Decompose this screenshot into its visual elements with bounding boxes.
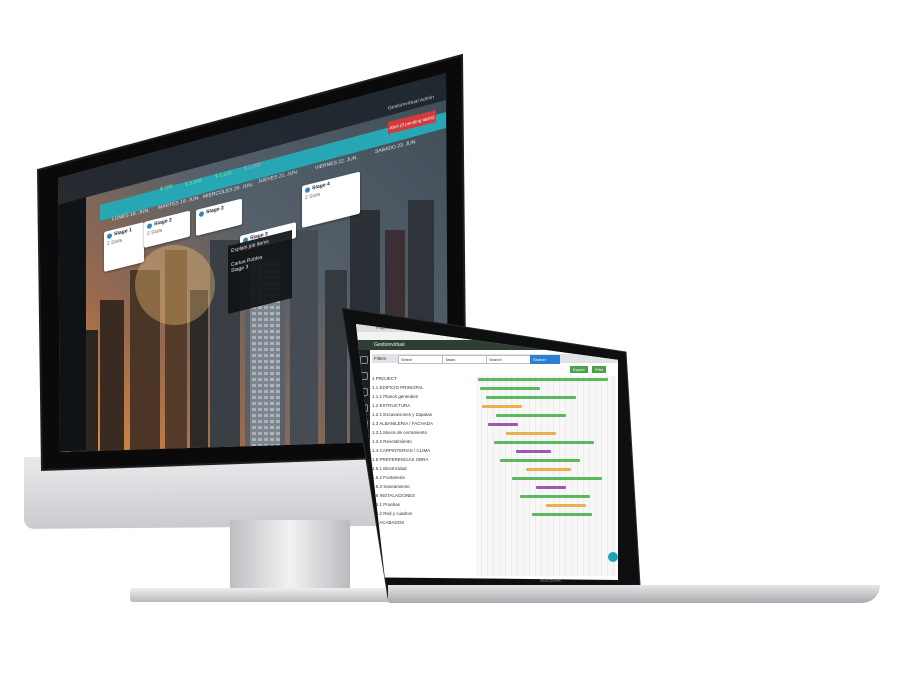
add-fab-button[interactable]: [608, 552, 618, 562]
gantt-bar[interactable]: [496, 414, 566, 417]
task-list: 1 PROJECT 1.1 EDIFICIO PRINCIPAL 1.1.1 P…: [372, 376, 482, 576]
gantt-bar[interactable]: [526, 468, 571, 471]
gantt-bar[interactable]: [478, 378, 608, 381]
export-button[interactable]: Export: [570, 366, 588, 373]
filter-search-input[interactable]: Search: [486, 355, 532, 364]
search-button[interactable]: Search: [530, 355, 560, 364]
macbook-base: [388, 585, 880, 603]
gantt-chart: [476, 376, 616, 576]
task-row[interactable]: 1.3.1 Muros de cerramiento: [372, 430, 427, 436]
gantt-bar[interactable]: [482, 405, 522, 408]
filter-label: Filters: [374, 356, 387, 361]
gantt-bar[interactable]: [500, 459, 580, 462]
filter-tasks[interactable]: Tasks: [442, 355, 488, 364]
gantt-bar[interactable]: [480, 387, 540, 390]
app-title: Gestionvirtual: [374, 342, 405, 348]
filter-bar: Filters Select Tasks Search Search: [372, 354, 618, 364]
task-row[interactable]: 1 PROJECT: [372, 376, 397, 382]
task-row[interactable]: 1.5 PREFERENCIAS OBRA: [372, 457, 429, 463]
gantt-bar[interactable]: [494, 441, 594, 444]
task-row[interactable]: 1.5.2 Fontaneria: [372, 475, 405, 481]
task-row[interactable]: 1.2 ESTRUCTURA: [372, 403, 410, 409]
task-row[interactable]: 1.3.2 Revestimiento: [372, 439, 412, 445]
gantt-bar[interactable]: [520, 495, 590, 498]
task-row[interactable]: 1.4 CARPINTERIAS / CLIMA: [372, 448, 430, 454]
task-row[interactable]: 1.1 EDIFICIO PRINCIPAL: [372, 385, 424, 391]
task-row[interactable]: 1.5.1 Electricidad: [372, 466, 407, 472]
gantt-bar[interactable]: [546, 504, 586, 507]
macbook-screen: ProjectView - Schedule Gestionvirtual Fi…: [356, 324, 618, 580]
gantt-bar[interactable]: [488, 423, 518, 426]
task-row[interactable]: 1.3 ALBANILERIA / FACHADA: [372, 421, 433, 427]
task-row[interactable]: 1.5.3 Saneamiento: [372, 484, 410, 490]
menu-icon[interactable]: [360, 356, 368, 364]
filter-select[interactable]: Select: [398, 355, 444, 364]
task-row[interactable]: 1.6.2 Red y cuadros: [372, 511, 412, 517]
gantt-bar[interactable]: [516, 450, 551, 453]
task-row[interactable]: 1.2.1 Excavaciones y Zapatas: [372, 412, 432, 418]
gantt-bar[interactable]: [532, 513, 592, 516]
gantt-bar[interactable]: [506, 432, 556, 435]
gantt-bar[interactable]: [512, 477, 602, 480]
task-row[interactable]: 1.1.1 Planos generales: [372, 394, 418, 400]
print-button[interactable]: Print: [592, 366, 607, 373]
task-row[interactable]: 1.6 INSTALACIONES: [372, 493, 415, 499]
gantt-bar[interactable]: [536, 486, 566, 489]
gantt-bar[interactable]: [486, 396, 576, 399]
